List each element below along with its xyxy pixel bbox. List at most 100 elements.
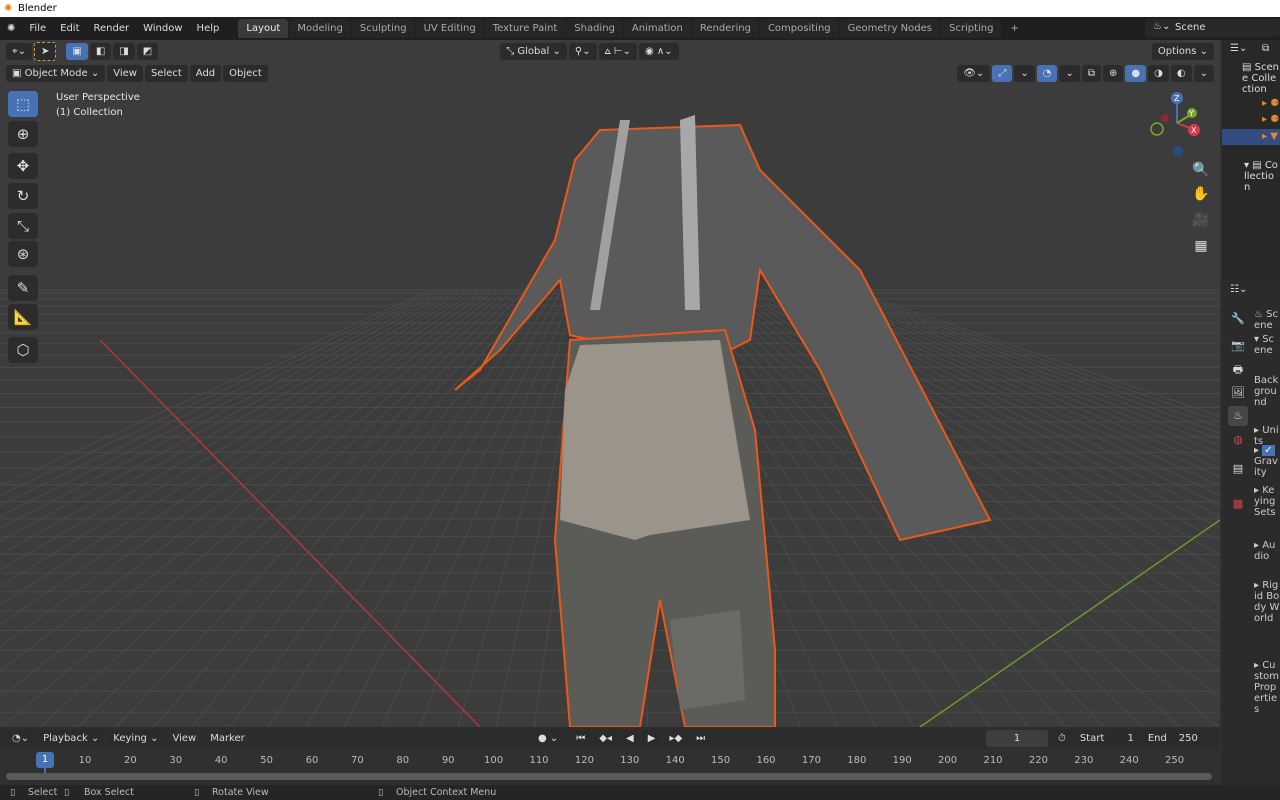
custom-properties-panel[interactable]: ▸ Custom Properties bbox=[1254, 660, 1280, 715]
gravity-checkbox[interactable]: ✓ bbox=[1262, 445, 1275, 456]
frame-tick-label: 240 bbox=[1119, 755, 1139, 766]
output-tab-icon[interactable]: 🖶 bbox=[1228, 360, 1248, 380]
wireframe-shading-icon[interactable]: ⊕ bbox=[1103, 64, 1124, 82]
menu-file[interactable]: File bbox=[22, 23, 53, 34]
rotate-tool-icon[interactable]: ↻ bbox=[8, 183, 38, 209]
tab-compositing[interactable]: Compositing bbox=[759, 19, 839, 38]
select-mode-extend-icon[interactable]: ◧ bbox=[89, 42, 112, 60]
transform-tool-icon[interactable]: ⊛ bbox=[8, 241, 38, 267]
top-menu-bar: ✺ File Edit Render Window Help Layout Mo… bbox=[0, 17, 1280, 40]
rendered-shading-icon[interactable]: ◐ bbox=[1170, 64, 1192, 82]
outliner-object-selected[interactable]: ▸ ▼ bbox=[1222, 129, 1280, 145]
world-tab-icon[interactable]: ◍ bbox=[1228, 430, 1248, 450]
menu-window[interactable]: Window bbox=[136, 23, 189, 34]
overlay-dropdown-icon[interactable]: ⌄ bbox=[1059, 64, 1080, 82]
outliner-display-mode-icon[interactable]: ☰⌄ bbox=[1230, 43, 1247, 54]
menu-render[interactable]: Render bbox=[87, 23, 137, 34]
blender-logo-icon: ✺ bbox=[4, 3, 13, 14]
tab-uv-editing[interactable]: UV Editing bbox=[415, 19, 484, 38]
shading-dropdown-icon[interactable]: ⌄ bbox=[1193, 64, 1214, 82]
options-label: Options bbox=[1157, 45, 1197, 57]
blender-menu-icon[interactable]: ✺ bbox=[0, 23, 22, 34]
status-bar: ▯ Select ▯ Box Select ▯ Rotate View ▯ Object… bbox=[0, 785, 1280, 800]
ortho-grid-icon[interactable]: ▦ bbox=[1190, 238, 1212, 260]
frame-tick-label: 80 bbox=[396, 755, 410, 766]
tab-geometry-nodes[interactable]: Geometry Nodes bbox=[839, 19, 940, 38]
select-mode-subtract-icon[interactable]: ◨ bbox=[113, 42, 135, 60]
camera-view-icon[interactable]: 🎥 bbox=[1190, 212, 1212, 234]
xray-icon[interactable]: ⧉ bbox=[1081, 64, 1102, 82]
outliner-filter-icon[interactable]: ⧉ bbox=[1262, 43, 1269, 54]
solid-shading-icon[interactable]: ● bbox=[1125, 64, 1147, 82]
zoom-icon[interactable]: 🔍 bbox=[1190, 162, 1212, 184]
transform-pivot-icon[interactable]: ⌖⌄ bbox=[6, 42, 33, 60]
scale-tool-icon[interactable]: ⤡ bbox=[8, 213, 38, 239]
outliner-scene-collection[interactable]: ▤ Scene Collection bbox=[1242, 62, 1280, 95]
3d-viewport[interactable]: ⌖⌄ ➤ ▣ ◧ ◨ ◩ ⤡ Global ⌄ ⚲⌄ ⩟ ⊢⌄ ◉ ∧⌄ Opt… bbox=[0, 40, 1220, 727]
snapping-icon[interactable]: ⩟ ⊢⌄ bbox=[598, 42, 637, 60]
tool-tab-icon[interactable]: 🔧 bbox=[1228, 309, 1248, 329]
tab-animation[interactable]: Animation bbox=[623, 19, 691, 38]
select-tool-icon[interactable]: ➤ bbox=[34, 41, 57, 61]
collection-tab-icon[interactable]: ▤ bbox=[1228, 459, 1248, 479]
transform-orientation-dropdown[interactable]: ⤡ Global ⌄ bbox=[500, 42, 567, 60]
gravity-panel[interactable]: ▸ ✓ Gravity bbox=[1254, 445, 1280, 478]
title-bar: ✺ Blender bbox=[0, 0, 1280, 17]
menu-add[interactable]: Add bbox=[189, 64, 222, 82]
tab-rendering[interactable]: Rendering bbox=[691, 19, 759, 38]
scene-selector[interactable]: ♨⌄ Scene bbox=[1145, 19, 1280, 37]
menu-view[interactable]: View bbox=[107, 64, 143, 82]
add-cube-tool-icon[interactable]: ⬡ bbox=[8, 337, 38, 363]
tab-modeling[interactable]: Modeling bbox=[289, 19, 351, 38]
units-panel[interactable]: ▸ Units bbox=[1254, 425, 1280, 447]
view-layer-tab-icon[interactable]: 🖼 bbox=[1228, 383, 1248, 403]
overlay-toggle-icon[interactable]: ◔ bbox=[1036, 64, 1058, 82]
tab-sculpting[interactable]: Sculpting bbox=[351, 19, 415, 38]
annotate-tool-icon[interactable]: ✎ bbox=[8, 275, 38, 301]
navigation-gizmo[interactable]: Z X Y bbox=[1140, 88, 1210, 158]
select-box-tool-icon[interactable]: ⬚ bbox=[8, 91, 38, 117]
add-workspace-button[interactable]: + bbox=[1002, 19, 1026, 38]
menu-help[interactable]: Help bbox=[190, 23, 227, 34]
menu-select[interactable]: Select bbox=[144, 64, 188, 82]
scene-panel-header[interactable]: ▾ Scene bbox=[1254, 334, 1280, 356]
playhead[interactable]: 1 bbox=[36, 752, 54, 768]
options-dropdown[interactable]: Options ⌄ bbox=[1151, 42, 1214, 60]
tab-layout[interactable]: Layout bbox=[238, 19, 289, 38]
audio-panel[interactable]: ▸ Audio bbox=[1254, 540, 1280, 562]
move-tool-icon[interactable]: ✥ bbox=[8, 153, 38, 179]
cursor-tool-icon[interactable]: ⊕ bbox=[8, 121, 38, 147]
render-tab-icon[interactable]: 📷 bbox=[1228, 336, 1248, 356]
timeline-scrollbar[interactable] bbox=[6, 773, 1212, 780]
tab-scripting[interactable]: Scripting bbox=[941, 19, 1002, 38]
visibility-icon[interactable]: 👁⌄ bbox=[957, 64, 991, 82]
y-axis-line bbox=[920, 520, 1220, 727]
tab-texture-paint[interactable]: Texture Paint bbox=[484, 19, 566, 38]
keying-sets-panel[interactable]: ▸ Keying Sets bbox=[1254, 485, 1280, 518]
pan-hand-icon[interactable]: ✋ bbox=[1190, 186, 1212, 208]
select-mode-invert-icon[interactable]: ◩ bbox=[136, 42, 159, 60]
gizmo-toggle-icon[interactable]: ⤢ bbox=[992, 64, 1013, 82]
scene-tab-icon[interactable]: ♨ bbox=[1228, 406, 1248, 426]
material-shading-icon[interactable]: ◑ bbox=[1148, 64, 1169, 82]
window-title: Blender bbox=[18, 3, 57, 14]
gizmo-dropdown-icon[interactable]: ⌄ bbox=[1014, 64, 1035, 82]
menu-edit[interactable]: Edit bbox=[53, 23, 86, 34]
menu-object[interactable]: Object bbox=[223, 64, 268, 82]
status-rotate-view: Rotate View bbox=[212, 787, 269, 798]
select-mode-new-icon[interactable]: ▣ bbox=[66, 42, 88, 60]
editor-type-icon[interactable]: ☷⌄ bbox=[1230, 284, 1247, 295]
mode-dropdown[interactable]: ▣ Object Mode ⌄ bbox=[6, 64, 106, 82]
snap-icon[interactable]: ⚲⌄ bbox=[568, 42, 597, 60]
tab-shading[interactable]: Shading bbox=[566, 19, 623, 38]
outliner-object[interactable]: ▸ ⚈ bbox=[1262, 98, 1279, 109]
panel-label: Audio bbox=[1254, 540, 1276, 562]
outliner-collection[interactable]: ▾ ▤ Collection bbox=[1244, 160, 1280, 193]
proportional-edit-icon[interactable]: ◉ ∧⌄ bbox=[638, 42, 679, 60]
outliner-object[interactable]: ▸ ⚈ bbox=[1262, 114, 1279, 125]
rigid-body-panel[interactable]: ▸ Rigid Body World bbox=[1254, 580, 1280, 624]
texture-tab-icon[interactable]: ▩ bbox=[1228, 494, 1248, 514]
frame-tick-label: 70 bbox=[351, 755, 364, 766]
measure-tool-icon[interactable]: 📐 bbox=[8, 304, 38, 330]
frame-tick-label: 110 bbox=[529, 755, 549, 766]
